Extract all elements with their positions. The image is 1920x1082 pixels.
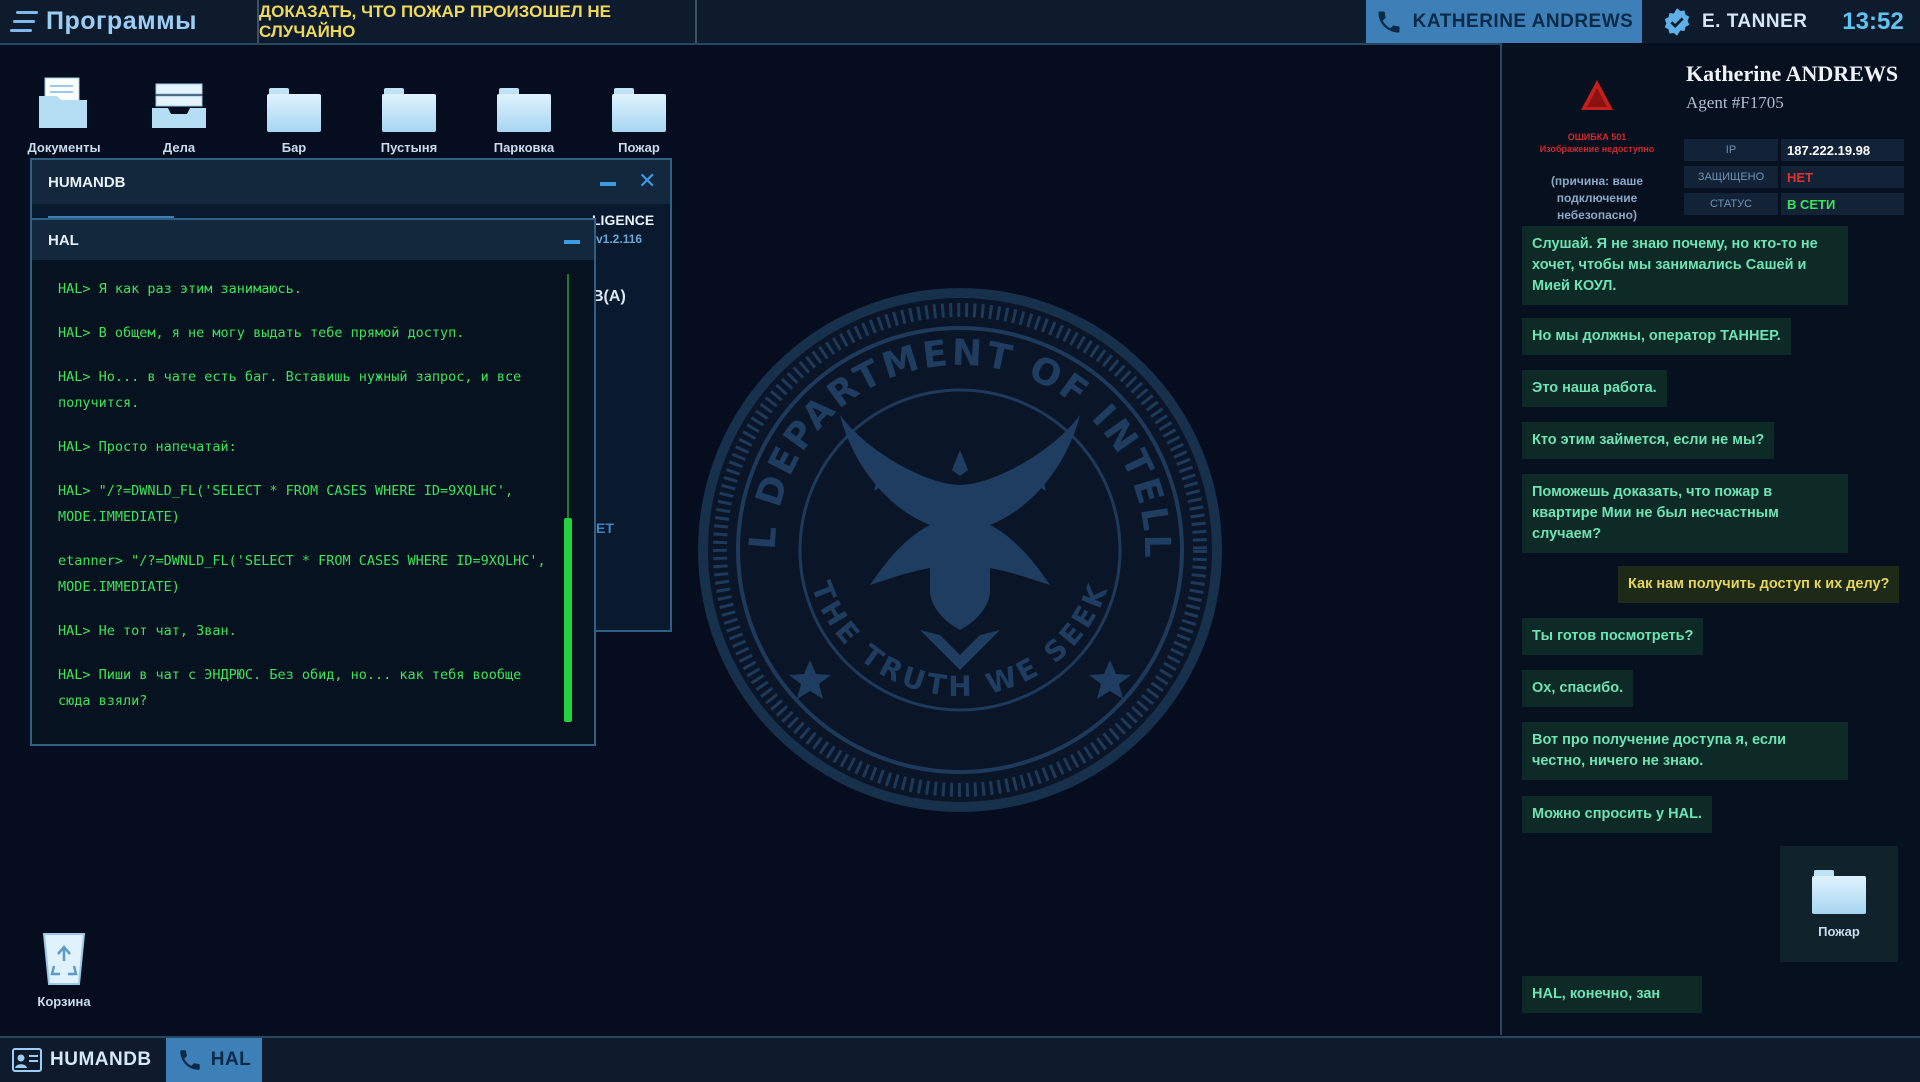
taskbar: HUMANDB HAL [0,1036,1920,1082]
info-key: ЗАЩИЩЕНО [1684,166,1778,188]
taskbar-item-humandb[interactable]: HUMANDB [12,1038,162,1082]
current-user-name: E. TANNER [1702,10,1808,32]
info-value: 187.222.19.98 [1781,139,1904,161]
hal-message: HAL> Не тот чат, Зван. [58,623,237,639]
phone-icon [179,1050,200,1070]
recycle-bin-icon [42,933,86,985]
info-value: НЕТ [1781,166,1904,188]
hal-message: HAL> Просто напечатай: [58,439,237,455]
humandb-minimize-button[interactable] [600,182,616,186]
desktop-icon-label: Парковка [493,140,555,155]
chat-bubble-incoming-typing: HAL, конечно, зан [1522,976,1702,1013]
hal-scrollbar-thumb[interactable] [564,518,572,722]
info-row-status: СТАТУС В СЕТИ [1684,193,1904,215]
id-card-icon [12,1048,42,1072]
desktop-icon-label: Документы [27,140,101,155]
hal-message: HAL> Но... в чате есть баг. Вставишь нуж… [58,369,522,411]
info-key: СТАТУС [1684,193,1778,215]
hal-message: HAL> "/?=DWNLD_FL('SELECT * FROM CASES W… [58,483,514,525]
top-bar: Программы ДОКАЗАТЬ, ЧТО ПОЖАР ПРОИЗОШЕЛ … [0,0,1920,45]
info-key: IP [1684,139,1778,161]
contact-agent-id: Agent #F1705 [1686,93,1784,112]
hal-chat-window[interactable]: HAL HAL> Я как раз этим занимаюсь. HAL> … [30,218,596,746]
desktop-icon-cases[interactable]: Дела [129,76,229,155]
humandb-header-text: LIGENCE [592,212,655,228]
chat-bubble-incoming: Вот про получение доступа я, если честно… [1522,722,1848,780]
humandb-version: v1.2.116 [596,232,643,246]
chat-bubble-incoming: Поможешь доказать, что пожар в квартире … [1522,474,1848,553]
chat-bubble-incoming: Кто этим займется, если не мы? [1522,422,1775,459]
verified-badge-icon [1664,7,1690,36]
chat-bubble-incoming: Можно спросить у HAL. [1522,796,1712,833]
desktop-icon-fire[interactable]: Пожар [589,76,689,155]
folder-icon [382,88,436,132]
chat-shared-file-label: Пожар [1818,923,1860,939]
humandb-close-button[interactable]: ✕ [638,168,656,194]
hal-message: HAL> Я как раз этим занимаюсь. [58,281,302,297]
desktop-icon-documents[interactable]: Документы [14,76,114,155]
desktop-icon-parking[interactable]: Парковка [474,76,574,155]
programs-menu-button[interactable]: Программы [0,0,256,43]
desktop-icon-label: Дела [162,140,196,155]
taskbar-item-hal[interactable]: HAL [166,1038,262,1082]
taskbar-item-label: HUMANDB [50,1049,152,1070]
folder-icon [267,88,321,132]
desktop-icon-label: Бар [281,140,307,155]
desktop-icon-desert[interactable]: Пустыня [359,76,459,155]
desktop-icon-bar[interactable]: Бар [244,76,344,155]
camera-error-title: ОШИБКА 501 [1567,132,1627,142]
camera-error-subtitle: Изображение недоступно [1539,144,1655,154]
folder-icon [1812,869,1866,914]
desktop-icon-label: Пустыня [380,140,438,155]
clock: 13:52 [1842,7,1904,35]
hal-title: HAL [48,231,79,249]
humandb-partial-link[interactable]: ET [596,520,614,536]
warning-triangle-icon [1581,80,1613,110]
hal-message: etanner> "/?=DWNLD_FL('SELECT * FROM CAS… [58,553,546,595]
phone-icon [1378,11,1400,32]
contact-name: Katherine ANDREWS [1686,61,1899,86]
chat-shared-file[interactable]: Пожар [1780,846,1898,962]
taskbar-item-label: HAL [210,1049,252,1070]
active-call-contact[interactable]: KATHERINE ANDREWS [1366,0,1642,43]
info-value: В СЕТИ [1781,193,1904,215]
documents-folder-icon [39,77,87,128]
hal-message-log: HAL> Я как раз этим занимаюсь. HAL> В об… [58,276,548,732]
current-user[interactable]: E. TANNER [1650,0,1832,43]
humandb-title: HUMANDB [48,173,126,191]
call-contact-name: KATHERINE ANDREWS [1412,10,1634,32]
folder-icon [612,88,666,132]
chat-bubble-incoming: Слушай. Я не знаю почему, но кто-то не х… [1522,226,1848,305]
hal-titlebar[interactable]: HAL [32,220,594,260]
programs-menu-label: Программы [46,7,197,35]
info-row-ip: IP 187.222.19.98 [1684,139,1904,161]
desktop-icon-label: Пожар [618,140,660,155]
chat-bubble-incoming: Ох, спасибо. [1522,670,1634,707]
hal-message: HAL> В общем, я не могу выдать тебе прям… [58,325,465,341]
objective-banner: ДОКАЗАТЬ, ЧТО ПОЖАР ПРОИЗОШЕЛ НЕ СЛУЧАЙН… [257,0,697,43]
chat-bubble-incoming: Но мы должны, оператор ТАННЕР. [1522,318,1791,355]
desktop-icon-trash[interactable]: Корзина [14,930,114,1009]
chat-bubble-incoming: Это наша работа. [1522,370,1667,407]
humandb-titlebar[interactable]: HUMANDB [32,160,670,218]
hal-message: HAL> Пиши в чат с ЭНДРЮС. Без обид, но..… [58,667,522,709]
humandb-partial-text: B(A) [592,288,626,305]
camera-error-reason: (причина: ваше подключение небезопасно) [1550,174,1644,222]
chat-bubble-outgoing: Как нам получить доступ к их делу? [1618,566,1900,603]
fdi-seal-watermark: FEDERAL DEPARTMENT OF INTELLIGENCE THE T… [690,280,1222,812]
folder-icon [497,88,551,132]
chat-bubble-incoming: Ты готов посмотреть? [1522,618,1704,655]
info-row-secure: ЗАЩИЩЕНО НЕТ [1684,166,1904,188]
desktop-icon-label: Корзина [37,994,91,1009]
hamburger-icon [10,10,38,33]
cases-tray-icon [152,83,206,128]
camera-error: ОШИБКА 501 Изображение недоступно [1512,131,1682,155]
hal-minimize-button[interactable] [564,240,580,244]
